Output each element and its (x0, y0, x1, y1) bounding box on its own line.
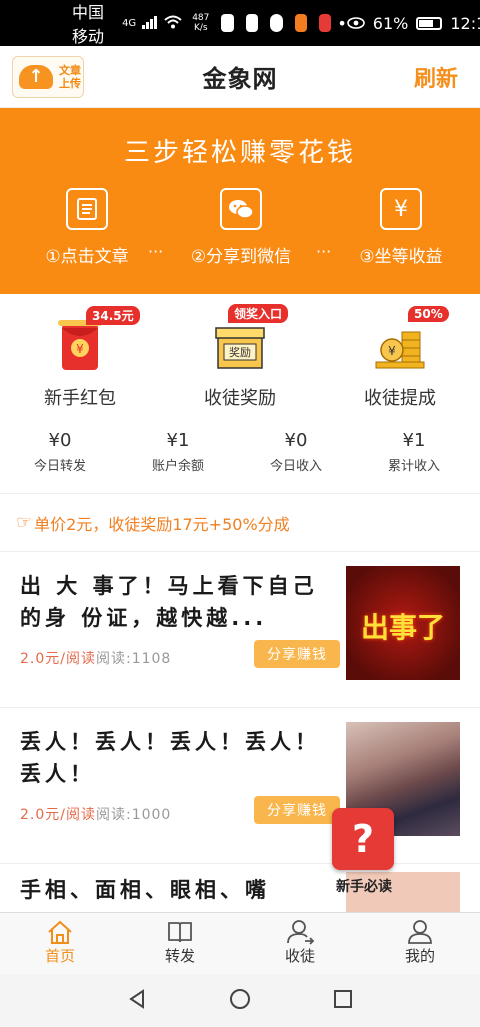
battery-percent: 61% (372, 13, 409, 33)
pointing-hand-icon: ☞ (16, 512, 33, 533)
battery-icon (416, 16, 443, 30)
article-title: 丢人！丢人！丢人！丢人！丢人！ (20, 730, 320, 786)
svg-text:¥: ¥ (76, 342, 84, 356)
app-notification-icon (245, 14, 259, 32)
article-reads: 阅读:1108 (95, 651, 172, 667)
network-type: 4G (122, 17, 137, 29)
home-icon (0, 919, 120, 945)
system-navigation-bar (0, 974, 480, 1027)
step-wait-earnings: ¥ ③坐等收益 (346, 188, 456, 267)
beginner-guide-label: 新手必读 (336, 879, 392, 895)
back-icon[interactable] (126, 988, 148, 1014)
profile-icon (360, 919, 480, 945)
article-reads: 阅读:1000 (95, 807, 172, 823)
stat-value: ¥1 (166, 430, 190, 451)
article-item[interactable]: 丢人！丢人！丢人！丢人！丢人！ 2.0元/阅读阅读:1000 分享赚钱 (0, 708, 480, 864)
feature-label: 收徒奖励 (204, 388, 276, 409)
notice-text: 单价2元，收徒奖励17元+50%分成 (34, 514, 290, 534)
step-label: ③坐等收益 (359, 247, 443, 267)
stat-account-balance: ¥1 账户余额 (118, 430, 238, 474)
stat-label: 账户余额 (151, 459, 204, 474)
feature-new-user-redpacket[interactable]: ¥ 34.5元 新手红包 (10, 300, 150, 410)
svg-text:奖励: 奖励 (229, 345, 251, 359)
more-notifications-icon: • (337, 13, 347, 33)
article-thumbnail[interactable]: 出事了 (346, 566, 460, 680)
commission-badge: 50% (408, 306, 449, 322)
stat-total-income: ¥1 累计收入 (354, 430, 474, 474)
stat-value: ¥0 (48, 430, 72, 451)
step-separator: ··· (316, 242, 332, 261)
tab-label: 转发 (164, 947, 195, 965)
book-icon (120, 919, 240, 945)
message-icon (221, 14, 234, 32)
stat-label: 今日转发 (33, 459, 86, 474)
tab-label: 收徒 (284, 947, 315, 965)
redpacket-badge: 34.5元 (86, 306, 140, 325)
feature-label: 收徒提成 (364, 388, 436, 409)
app-notification-icon (270, 14, 283, 32)
features-panel: ¥ 34.5元 新手红包 奖励 领奖入口 收徒奖励 ¥ 50% 收徒提成 ¥0 … (0, 294, 480, 494)
stat-label: 今日收入 (269, 459, 322, 474)
tab-recruit[interactable]: 收徒 (240, 913, 360, 974)
article-meta: 2.0元/阅读阅读:1108 (20, 648, 171, 668)
tab-forward[interactable]: 转发 (120, 913, 240, 974)
tab-label: 我的 (404, 947, 435, 965)
signal-icon (142, 14, 158, 33)
share-earn-button[interactable]: 分享赚钱 (254, 640, 340, 668)
step-click-article: ①点击文章 (32, 188, 142, 267)
app-notification-icon (318, 14, 332, 32)
yuan-icon: ¥ (380, 188, 422, 230)
clock: 12:19 (450, 13, 480, 33)
coin-stack-icon: ¥ 50% (368, 306, 449, 374)
refresh-button[interactable]: 刷新 (414, 61, 458, 93)
bottom-tab-bar: 首页 转发 收徒 我的 (0, 912, 480, 974)
price-notice: ☞ 单价2元，收徒奖励17元+50%分成 (0, 494, 480, 552)
network-speed: 487 K/s (192, 13, 210, 33)
add-user-icon (240, 919, 360, 945)
stat-value: ¥1 (402, 430, 426, 451)
stat-today-forwards: ¥0 今日转发 (0, 430, 120, 474)
step-label: ①点击文章 (45, 247, 129, 267)
app-notification-icon (294, 14, 307, 32)
banner-headline: 三步轻松赚零花钱 (123, 138, 356, 168)
article-meta: 2.0元/阅读阅读:1000 (20, 804, 171, 824)
article-item[interactable]: 出 大 事了！马上看下自己的身 份证，越快越... 2.0元/阅读阅读:1108… (0, 552, 480, 708)
recent-apps-icon[interactable] (332, 988, 354, 1014)
document-list-icon (66, 188, 108, 230)
beginner-guide-button[interactable]: ? 新手必读 (332, 808, 396, 900)
share-earn-button[interactable]: 分享赚钱 (254, 796, 340, 824)
feature-apprentice-commission[interactable]: ¥ 50% 收徒提成 (330, 300, 470, 410)
wechat-icon (220, 188, 262, 230)
feature-apprentice-reward[interactable]: 奖励 领奖入口 收徒奖励 (170, 300, 310, 410)
carrier-name: 中国移动 (72, 3, 105, 46)
tab-profile[interactable]: 我的 (360, 913, 480, 974)
article-price: 2.0元/阅读 (20, 651, 96, 667)
eye-comfort-icon (346, 14, 365, 33)
stat-value: ¥0 (284, 430, 308, 451)
page-title: 金象网 (202, 65, 278, 93)
tab-label: 首页 (44, 947, 75, 965)
step-label: ②分享到微信 (190, 247, 292, 267)
red-envelope-icon: ¥ 34.5元 (48, 306, 140, 374)
question-mark-icon: ? (332, 808, 394, 870)
reward-gift-icon: 奖励 领奖入口 (208, 304, 289, 374)
svg-text:¥: ¥ (388, 344, 396, 358)
step-share-wechat: ②分享到微信 (186, 188, 296, 267)
article-title: 手相、面相、眼相、嘴 (20, 878, 270, 902)
wifi-icon (164, 14, 182, 33)
article-title: 出 大 事了！马上看下自己的身 份证，越快越... (20, 574, 318, 630)
article-price: 2.0元/阅读 (20, 807, 96, 823)
steps-banner: 三步轻松赚零花钱 ①点击文章 ··· ②分享到微信 ··· ¥ ③坐等收益 (0, 108, 480, 294)
app-header: 文章上传 金象网 刷新 (0, 46, 480, 108)
tab-home[interactable]: 首页 (0, 913, 120, 974)
stat-today-income: ¥0 今日收入 (236, 430, 356, 474)
article-item[interactable]: 手相、面相、眼相、嘴 (0, 864, 480, 912)
thumbnail-caption: 出事了 (360, 611, 445, 644)
home-circle-icon[interactable] (228, 987, 252, 1015)
step-separator: ··· (148, 242, 164, 261)
reward-badge: 领奖入口 (228, 304, 289, 323)
stat-label: 累计收入 (387, 459, 440, 474)
feature-label: 新手红包 (44, 388, 116, 409)
status-bar: 中国移动 4G 487 K/s • 61% 12:19 (0, 0, 480, 46)
